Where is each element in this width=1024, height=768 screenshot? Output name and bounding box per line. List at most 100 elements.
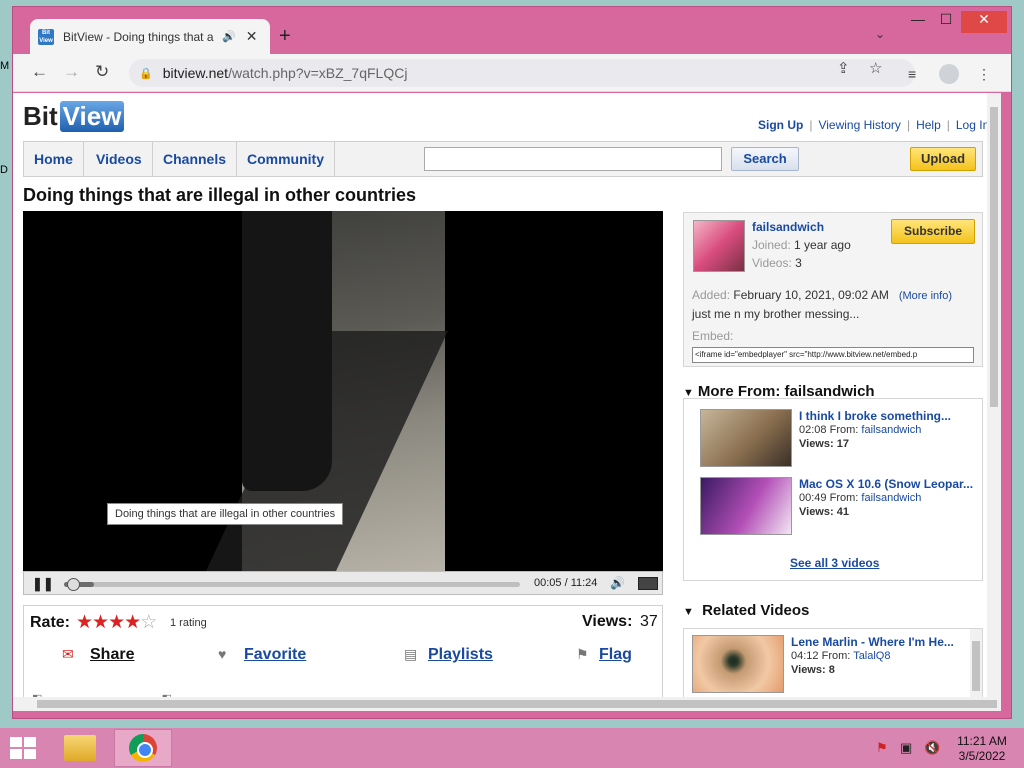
video-description: just me n my brother messing... xyxy=(692,307,860,321)
favorite-button[interactable]: Favorite xyxy=(244,646,306,664)
windows-start-icon[interactable] xyxy=(10,737,36,759)
browser-tab[interactable]: Bit View BitView - Doing things that a 🔊… xyxy=(30,19,270,54)
video-title: Doing things that are illegal in other c… xyxy=(23,185,417,205)
fullscreen-icon[interactable] xyxy=(638,577,658,590)
star-icon[interactable]: ★ xyxy=(124,612,141,633)
more-item-views: Views: 17 xyxy=(799,438,849,450)
sign-up-link[interactable]: Sign Up xyxy=(758,118,803,132)
star-icon[interactable]: ★ xyxy=(76,612,93,633)
more-item-title[interactable]: Mac OS X 10.6 (Snow Leopar... xyxy=(799,477,979,491)
search-input[interactable] xyxy=(424,147,722,171)
star-icon[interactable]: ☆ xyxy=(140,612,157,633)
nav-community[interactable]: Community xyxy=(237,142,335,176)
share-envelope-icon: ✉ xyxy=(62,646,74,662)
desktop-glyph: M xyxy=(0,60,10,72)
bitview-favicon-icon: Bit View xyxy=(38,28,54,45)
playlists-button[interactable]: Playlists xyxy=(428,646,493,664)
chrome-taskbar-button[interactable] xyxy=(114,729,172,767)
top-links: Sign Up | Viewing History | Help | Log In xyxy=(758,118,987,132)
search-button[interactable]: Search xyxy=(731,147,799,171)
embed-label: Embed: xyxy=(692,329,734,343)
page-vertical-scrollbar[interactable] xyxy=(987,93,1001,697)
close-tab-icon[interactable]: ✕ xyxy=(246,28,258,45)
profile-icon[interactable] xyxy=(939,64,959,84)
video-thumbnail[interactable] xyxy=(692,635,784,693)
network-icon[interactable]: ▣ xyxy=(900,740,912,756)
share-button[interactable]: Share xyxy=(90,646,134,664)
share-icon[interactable]: ⇪ xyxy=(837,59,850,77)
clock-time: 11:21 AM xyxy=(957,734,1007,748)
subscribe-button[interactable]: Subscribe xyxy=(891,219,975,244)
bitview-logo[interactable]: Bit View xyxy=(23,101,125,132)
system-clock[interactable]: 11:21 AM 3/5/2022 xyxy=(952,734,1012,764)
help-link[interactable]: Help xyxy=(916,118,941,132)
seek-handle[interactable] xyxy=(67,578,81,591)
flag-button[interactable]: Flag xyxy=(599,646,632,664)
logo-bit: Bit xyxy=(23,101,58,131)
added-date: Added: February 10, 2021, 09:02 AM (More … xyxy=(692,288,953,302)
more-item-meta: 00:49 From: failsandwich xyxy=(799,492,922,504)
seek-bar[interactable] xyxy=(64,578,520,591)
viewing-history-link[interactable]: Viewing History xyxy=(818,118,900,132)
file-explorer-icon[interactable] xyxy=(64,735,96,761)
speaker-icon[interactable]: 🔊 xyxy=(222,30,236,43)
more-item-meta: 02:08 From: failsandwich xyxy=(799,424,922,436)
tab-title: BitView - Doing things that a xyxy=(63,29,214,44)
logo-view: View xyxy=(59,101,125,132)
rating-panel: Rate: ★★★★☆ 1 rating Views: 37 ✉ Share ♥… xyxy=(23,605,663,697)
url-path: /watch.php?v=xBZ_7qFLQCj xyxy=(228,65,408,81)
views-label: Views: xyxy=(582,613,633,630)
volume-icon[interactable]: 🔊 xyxy=(610,576,625,590)
log-in-link[interactable]: Log In xyxy=(956,118,987,132)
nav-channels[interactable]: Channels xyxy=(153,142,238,176)
url-host: bitview.net xyxy=(162,65,229,81)
action-center-flag-icon[interactable]: ⚑ xyxy=(876,740,888,756)
upload-button[interactable]: Upload xyxy=(910,147,976,171)
volume-muted-icon[interactable]: 🔇 xyxy=(924,740,940,756)
reading-list-icon[interactable]: ≡ xyxy=(908,66,916,82)
address-bar[interactable]: 🔒 bitview.net /watch.php?v=xBZ_7qFLQCj xyxy=(129,59,915,87)
minimize-icon[interactable]: — xyxy=(903,11,933,33)
more-from-list: I think I broke something... 02:08 From:… xyxy=(683,398,983,581)
triangle-down-icon: ▼ xyxy=(683,606,694,618)
more-info-link[interactable]: (More info) xyxy=(899,290,952,302)
embed-code-field[interactable]: <iframe id="embedplayer" src="http://www… xyxy=(692,347,974,363)
taskbar: ⚑ ▣ 🔇 11:21 AM 3/5/2022 xyxy=(0,728,1024,768)
page-horizontal-scrollbar[interactable] xyxy=(13,697,1001,711)
see-all-videos-link[interactable]: See all 3 videos xyxy=(790,556,879,570)
back-icon[interactable]: ← xyxy=(31,62,48,82)
browser-window: Bit View BitView - Doing things that a 🔊… xyxy=(12,6,1012,719)
reload-icon[interactable]: ↻ xyxy=(95,62,109,82)
playback-time: 00:05 / 11:24 xyxy=(534,577,598,589)
chevron-down-icon[interactable]: ⌄ xyxy=(875,27,885,41)
channel-info-box: failsandwich Joined: 1 year ago Videos: … xyxy=(683,212,983,367)
more-item-title[interactable]: I think I broke something... xyxy=(799,409,979,423)
forward-icon[interactable]: → xyxy=(63,62,80,82)
nav-videos[interactable]: Videos xyxy=(86,142,153,176)
related-item-meta: 04:12 From: TalalQ8 xyxy=(791,650,891,662)
video-title-tooltip: Doing things that are illegal in other c… xyxy=(107,503,344,525)
video-thumbnail[interactable] xyxy=(700,409,792,467)
related-videos-heading[interactable]: ▼ Related Videos xyxy=(683,602,809,619)
video-thumbnail[interactable] xyxy=(700,477,792,535)
video-player[interactable]: Doing things that are illegal in other c… xyxy=(23,211,663,571)
player-controls: ❚❚ 00:05 / 11:24 🔊 xyxy=(23,571,663,595)
related-item-views: Views: 8 xyxy=(791,664,835,676)
channel-avatar[interactable] xyxy=(693,220,745,272)
channel-video-count: Videos: 3 xyxy=(752,256,802,270)
star-icon[interactable]: ★ xyxy=(108,612,125,633)
star-icon[interactable]: ☆ xyxy=(869,59,882,77)
star-rating[interactable]: ★★★★☆ xyxy=(76,611,157,634)
channel-joined: Joined: 1 year ago xyxy=(752,238,851,252)
nav-home[interactable]: Home xyxy=(24,142,84,176)
pause-icon[interactable]: ❚❚ xyxy=(32,576,54,592)
new-tab-icon[interactable]: + xyxy=(279,25,291,48)
maximize-icon[interactable]: ☐ xyxy=(931,11,961,33)
related-item-title[interactable]: Lene Marlin - Where I'm He... xyxy=(791,635,971,649)
lock-icon[interactable]: 🔒 xyxy=(139,67,153,80)
channel-name-link[interactable]: failsandwich xyxy=(752,220,824,234)
related-scrollbar[interactable] xyxy=(970,629,982,697)
window-close-icon[interactable]: ✕ xyxy=(961,11,1007,33)
menu-icon[interactable]: ⋮ xyxy=(977,66,991,83)
star-icon[interactable]: ★ xyxy=(92,612,109,633)
